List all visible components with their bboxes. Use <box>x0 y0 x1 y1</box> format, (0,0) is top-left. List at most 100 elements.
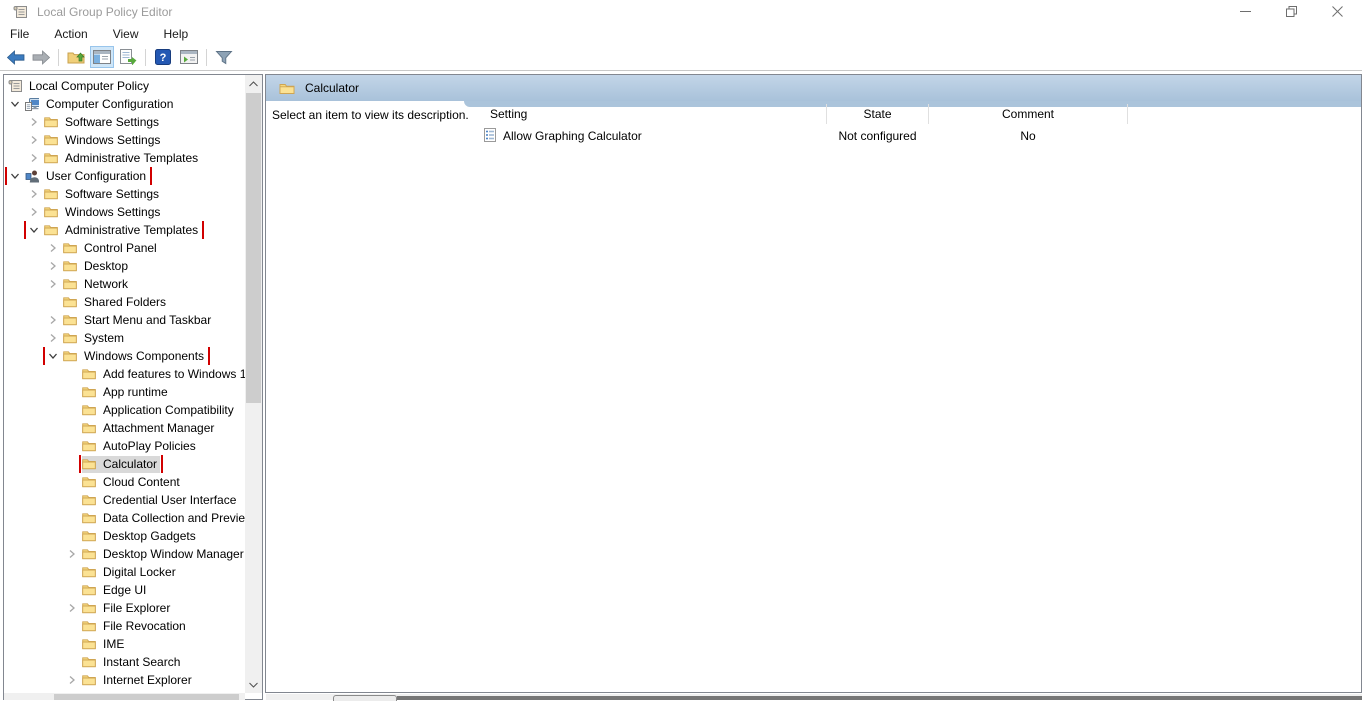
tree-item[interactable]: Calculator <box>4 455 245 473</box>
column-header-state[interactable]: State <box>827 107 928 121</box>
back-icon[interactable] <box>3 46 27 68</box>
tree-item[interactable]: App runtime <box>4 383 245 401</box>
column-header-comment[interactable]: Comment <box>929 107 1127 121</box>
chevron-down-icon[interactable] <box>46 351 63 361</box>
folder-icon <box>63 296 77 308</box>
chevron-down-icon[interactable] <box>27 225 44 235</box>
restore-button[interactable] <box>1268 0 1314 23</box>
tree-item[interactable]: Control Panel <box>4 239 245 257</box>
tree-item-label: Local Computer Policy <box>29 79 150 93</box>
chevron-right-icon[interactable] <box>27 117 44 127</box>
tree-item[interactable]: Start Menu and Taskbar <box>4 311 245 329</box>
tree-item-node: Desktop Window Manager <box>65 545 245 563</box>
details-pane: Calculator Select an item to view its de… <box>265 74 1362 693</box>
tree-horizontal-scrollbar[interactable] <box>4 693 245 700</box>
menu-action[interactable]: Action <box>46 25 95 43</box>
tree-item-content: Edge UI <box>82 582 149 599</box>
tree-item[interactable]: Digital Locker <box>4 563 245 581</box>
console-tree-pane: Local Computer Policy Computer Configurat… <box>3 74 263 700</box>
tree-item-content: Attachment Manager <box>82 420 217 437</box>
tree-item[interactable]: Administrative Templates <box>4 221 245 239</box>
forward-icon[interactable] <box>29 46 53 68</box>
scrollbar-thumb[interactable] <box>54 694 239 700</box>
tree-item[interactable]: Shared Folders <box>4 293 245 311</box>
tree-item[interactable]: Edge UI <box>4 581 245 599</box>
chevron-down-icon[interactable] <box>8 99 25 109</box>
show-console-tree-icon[interactable] <box>90 46 114 68</box>
tree-item[interactable]: Software Settings <box>4 185 245 203</box>
column-header-setting[interactable]: Setting <box>490 107 527 121</box>
tree-item[interactable]: Windows Settings <box>4 131 245 149</box>
menu-file[interactable]: File <box>2 25 37 43</box>
chevron-right-icon[interactable] <box>46 279 63 289</box>
menu-view[interactable]: View <box>105 25 147 43</box>
help-icon[interactable]: ? <box>151 46 175 68</box>
tree-vertical-scrollbar[interactable] <box>245 75 262 693</box>
menu-help[interactable]: Help <box>156 25 197 43</box>
policy-comment: No <box>1020 129 1036 143</box>
chevron-right-icon[interactable] <box>46 261 63 271</box>
tree-item[interactable]: Cloud Content <box>4 473 245 491</box>
chevron-down-icon[interactable] <box>8 171 25 181</box>
folder-icon <box>82 584 96 596</box>
tree-item-highlight-box: User Configuration <box>4 167 153 185</box>
tree-item-node: Data Collection and Previe <box>82 509 245 527</box>
chevron-right-icon[interactable] <box>65 549 82 559</box>
tree-item[interactable]: User Configuration <box>4 167 245 185</box>
scroll-down-icon[interactable] <box>245 676 262 693</box>
show-window-icon[interactable] <box>177 46 201 68</box>
app-scroll-icon <box>13 5 28 19</box>
tree-item[interactable]: Computer Configuration <box>4 95 245 113</box>
tree-item[interactable]: Credential User Interface <box>4 491 245 509</box>
chevron-right-icon[interactable] <box>46 333 63 343</box>
scroll-up-icon[interactable] <box>245 75 262 92</box>
tree-item-node: Cloud Content <box>82 473 183 491</box>
details-header: Calculator <box>266 75 1361 101</box>
tree-item[interactable]: Local Computer Policy <box>4 77 245 95</box>
tree-item[interactable]: Desktop Window Manager <box>4 545 245 563</box>
tree-item[interactable]: Add features to Windows 1 <box>4 365 245 383</box>
tree-item-content: AutoPlay Policies <box>82 438 199 455</box>
minimize-button[interactable] <box>1222 0 1268 23</box>
tree-item[interactable]: File Revocation <box>4 617 245 635</box>
policy-row[interactable]: Allow Graphing Calculator Not configured… <box>266 127 1361 145</box>
tree-item[interactable]: Desktop <box>4 257 245 275</box>
tree-item[interactable]: Windows Components <box>4 347 245 365</box>
chevron-right-icon[interactable] <box>46 315 63 325</box>
tree-item[interactable]: Desktop Gadgets <box>4 527 245 545</box>
tree-item[interactable]: File Explorer <box>4 599 245 617</box>
tree-item-label: Computer Configuration <box>46 97 174 111</box>
chevron-right-icon[interactable] <box>27 189 44 199</box>
tree-item-node: Attachment Manager <box>82 419 217 437</box>
toolbar-separator <box>145 48 146 66</box>
view-tab-stub[interactable] <box>333 695 397 701</box>
tree-item[interactable]: Administrative Templates <box>4 149 245 167</box>
up-folder-icon[interactable] <box>64 46 88 68</box>
close-button[interactable] <box>1314 0 1360 23</box>
tree-item[interactable]: Network <box>4 275 245 293</box>
chevron-right-icon[interactable] <box>27 135 44 145</box>
tree-item[interactable]: IME <box>4 635 245 653</box>
tree-item[interactable]: Data Collection and Previe <box>4 509 245 527</box>
tree-item[interactable]: Software Settings <box>4 113 245 131</box>
chevron-right-icon[interactable] <box>27 207 44 217</box>
scrollbar-thumb[interactable] <box>246 93 261 403</box>
tree-item[interactable]: Attachment Manager <box>4 419 245 437</box>
column-separator <box>928 104 929 124</box>
chevron-right-icon[interactable] <box>46 243 63 253</box>
tree-item[interactable]: AutoPlay Policies <box>4 437 245 455</box>
export-list-icon[interactable] <box>116 46 140 68</box>
tree-item[interactable]: System <box>4 329 245 347</box>
chevron-right-icon[interactable] <box>65 603 82 613</box>
tree-item[interactable]: Application Compatibility <box>4 401 245 419</box>
chevron-right-icon[interactable] <box>65 675 82 685</box>
filter-icon[interactable] <box>212 46 236 68</box>
tree-item[interactable]: Internet Explorer <box>4 671 245 689</box>
tree-item[interactable]: Instant Search <box>4 653 245 671</box>
folder-icon <box>63 350 77 362</box>
chevron-right-icon[interactable] <box>27 153 44 163</box>
tree-item[interactable]: Windows Settings <box>4 203 245 221</box>
tree-item-node: IME <box>82 635 127 653</box>
tree-item-node: Computer Configuration <box>8 95 176 113</box>
